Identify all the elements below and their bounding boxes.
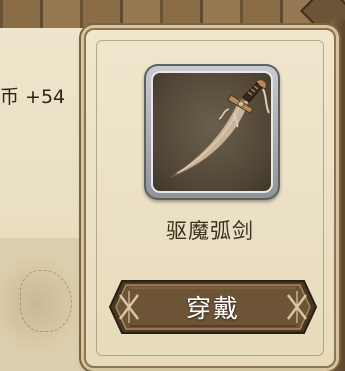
left-info-panel: 币 +54 — [0, 28, 92, 238]
curved-saber-icon — [170, 79, 270, 178]
item-detail-card: 驱魔弧剑 穿戴 — [84, 28, 336, 368]
item-slot-inner — [151, 71, 273, 193]
top-wood-border — [0, 0, 345, 31]
equip-button[interactable]: 穿戴 — [108, 275, 318, 339]
equip-button-label: 穿戴 — [185, 294, 240, 323]
currency-reward-text: 币 +54 — [0, 86, 66, 108]
item-slot[interactable] — [144, 64, 280, 200]
game-screen: 币 +54 驱魔弧剑 穿戴 — [0, 0, 345, 371]
item-name: 驱魔弧剑 — [166, 219, 254, 243]
